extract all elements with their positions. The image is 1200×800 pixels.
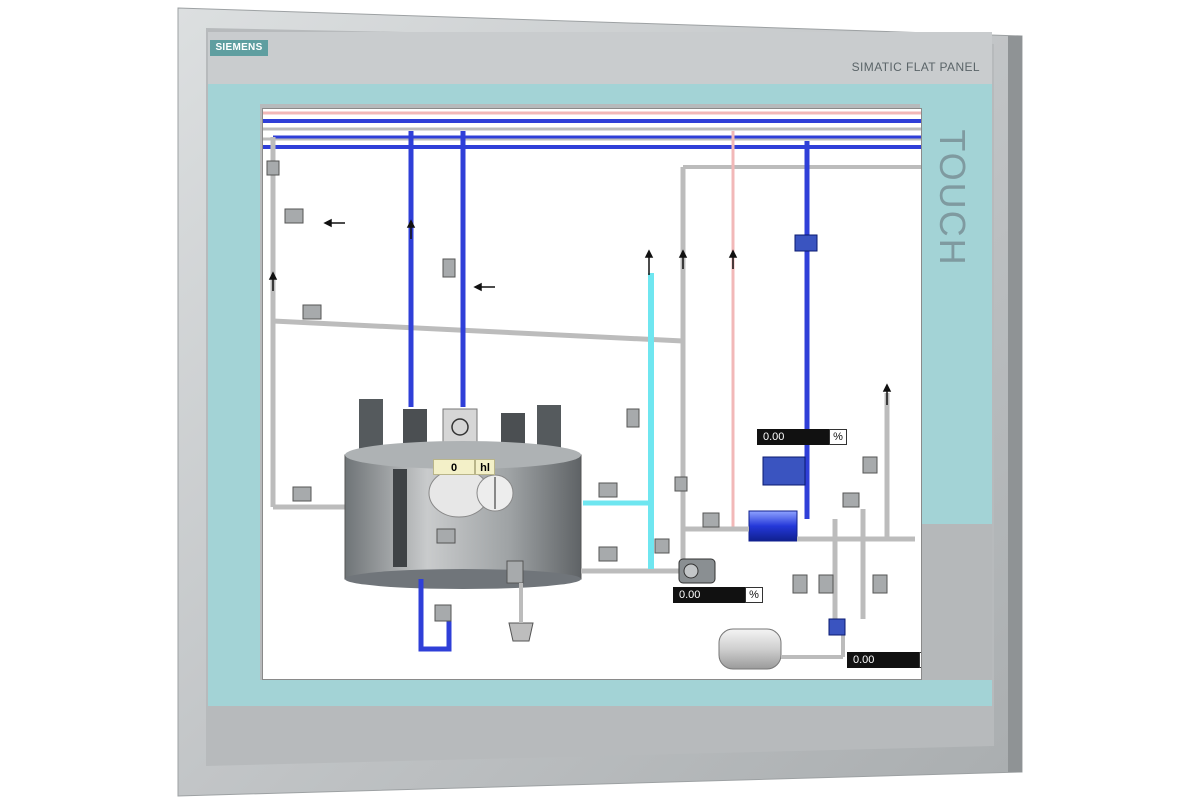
brand-logo: SIEMENS — [210, 40, 268, 56]
tank-level-unit: hl — [475, 459, 495, 475]
readout-unit: % — [829, 429, 847, 445]
valve-icon — [762, 456, 806, 486]
readout-pump[interactable]: 0.00 % — [673, 587, 763, 603]
readout-value: 0.00 — [847, 652, 919, 668]
valve-icon — [828, 618, 846, 636]
pump-icon — [678, 558, 716, 584]
bucket-icon — [508, 583, 534, 642]
tank-level-value: 0 — [433, 459, 475, 475]
readout-value: 0.00 — [673, 587, 745, 603]
pressure-vessel-icon — [718, 628, 845, 670]
readout-upper-right[interactable]: 0.00 % — [757, 429, 847, 445]
mid-gray-pipe — [272, 318, 684, 344]
model-label: SIMATIC FLAT PANEL — [851, 60, 980, 74]
readout-vessel[interactable]: 0.00 % — [847, 652, 921, 668]
readout-value: 0.00 — [757, 429, 829, 445]
tank-level-display: 0 hl — [433, 459, 495, 475]
reactor-tank — [344, 399, 582, 589]
header-pipes — [263, 111, 921, 149]
readout-unit: % — [745, 587, 763, 603]
readout-unit: % — [919, 652, 921, 668]
touch-label: TOUCH — [932, 129, 973, 267]
valve-icon — [794, 234, 818, 252]
hmi-screen[interactable]: 0 hl 0.00 % 0.00 % 0.00 % — [262, 108, 922, 680]
process-diagram — [263, 111, 921, 670]
